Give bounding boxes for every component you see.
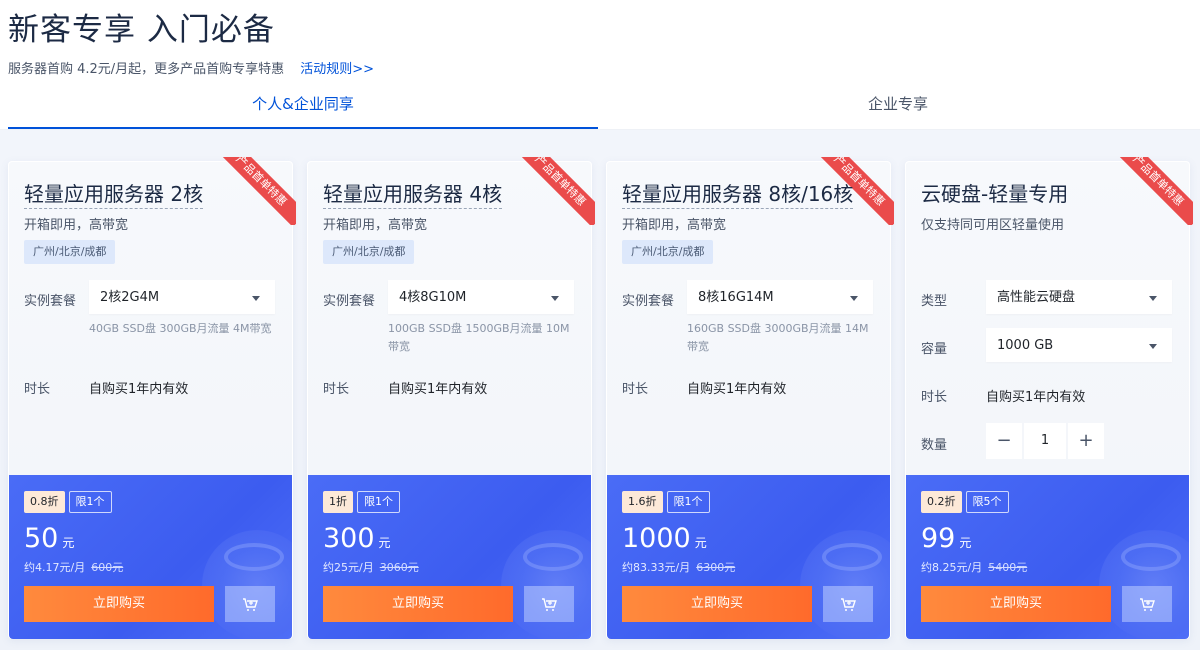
cart-icon [542, 597, 557, 611]
duration-value: 自购买1年内有效 [89, 382, 189, 397]
card-title: 云硬盘-轻量专用 [921, 182, 1069, 206]
disk-type-select[interactable]: 高性能云硬盘 [986, 280, 1172, 314]
product-card-cloud-disk: 产品首单特惠 云硬盘-轻量专用 仅支持同可用区轻量使用 类型 高性能云硬盘 容量… [905, 157, 1193, 639]
discount-badge: 1折 [323, 491, 353, 513]
duration-value: 自购买1年内有效 [388, 382, 488, 397]
plan-select[interactable]: 2核2G4M [89, 280, 275, 314]
price: 50 元 [24, 523, 75, 554]
chevron-down-icon [551, 296, 559, 301]
limit-badge: 限1个 [666, 491, 710, 513]
price: 300 元 [323, 523, 391, 554]
region-tag: 广州/北京/成都 [323, 240, 415, 264]
duration-label: 时长 [24, 382, 51, 397]
add-to-cart-button[interactable] [524, 586, 574, 622]
capacity-label: 容量 [921, 342, 948, 357]
disk-ring-decoration [224, 543, 284, 571]
promo-ribbon: 产品首单特惠 [521, 157, 595, 225]
cart-icon [841, 597, 856, 611]
limit-badge: 限1个 [68, 491, 112, 513]
original-price: 6300元 [696, 561, 736, 574]
buy-now-button[interactable]: 立即购买 [24, 586, 214, 622]
card-title: 轻量应用服务器 8核/16核 [622, 178, 854, 209]
add-to-cart-button[interactable] [823, 586, 873, 622]
product-card-server-4core: 产品首单特惠 轻量应用服务器 4核 开箱即用，高带宽 广州/北京/成都 实例套餐… [307, 157, 595, 639]
monthly-price: 约8.25元/月 5400元 [921, 561, 1028, 574]
card-description: 开箱即用，高带宽 [622, 218, 727, 233]
limit-badge: 限5个 [965, 491, 1009, 513]
product-card-server-2core: 产品首单特惠 轻量应用服务器 2核 开箱即用，高带宽 广州/北京/成都 实例套餐… [8, 157, 296, 639]
page-title: 新客专享 入门必备 [8, 12, 275, 48]
original-price: 600元 [91, 561, 124, 574]
plan-spec-note: 40GB SSD盘 300GB月流量 4M带宽 [89, 322, 272, 335]
buy-now-button[interactable]: 立即购买 [323, 586, 513, 622]
add-to-cart-button[interactable] [225, 586, 275, 622]
tab-enterprise-only[interactable]: 企业专享 [598, 82, 1198, 129]
plan-spec-note: 160GB SSD盘 3000GB月流量 14M带宽 [687, 322, 869, 353]
card-description: 开箱即用，高带宽 [323, 218, 428, 233]
monthly-price: 约4.17元/月 600元 [24, 561, 124, 574]
original-price: 3060元 [379, 561, 419, 574]
buy-now-button[interactable]: 立即购买 [622, 586, 812, 622]
monthly-price: 约83.33元/月 6300元 [622, 561, 736, 574]
disk-ring-decoration [523, 543, 583, 571]
chevron-down-icon [252, 296, 260, 301]
region-tag: 广州/北京/成都 [24, 240, 116, 264]
original-price: 5400元 [988, 561, 1028, 574]
activity-rules-link[interactable]: 活动规则>> [300, 58, 374, 77]
promo-ribbon: 产品首单特惠 [1119, 157, 1193, 225]
tab-bar: 个人&企业同享 企业专享 [0, 82, 1200, 130]
discount-badge: 0.2折 [921, 491, 962, 513]
subtitle-row: 服务器首购 4.2元/月起，更多产品首购专享特惠 活动规则>> [8, 58, 374, 77]
chevron-down-icon [1149, 296, 1157, 301]
plan-select[interactable]: 8核16G14M [687, 280, 873, 314]
quantity-label: 数量 [921, 438, 948, 453]
type-label: 类型 [921, 294, 948, 309]
plan-label: 实例套餐 [24, 294, 77, 309]
add-to-cart-button[interactable] [1122, 586, 1172, 622]
decrement-button[interactable]: − [986, 423, 1022, 459]
plan-select[interactable]: 4核8G10M [388, 280, 574, 314]
card-title: 轻量应用服务器 4核 [323, 178, 503, 209]
duration-label: 时长 [622, 382, 649, 397]
price: 1000 元 [622, 523, 707, 554]
quantity-stepper: − 1 + [986, 423, 1104, 459]
disk-ring-decoration [822, 543, 882, 571]
plan-label: 实例套餐 [622, 294, 675, 309]
cart-icon [1140, 597, 1155, 611]
tab-personal-enterprise[interactable]: 个人&企业同享 [8, 82, 598, 129]
chevron-down-icon [1149, 344, 1157, 349]
plan-label: 实例套餐 [323, 294, 376, 309]
region-tag: 广州/北京/成都 [622, 240, 714, 264]
duration-label: 时长 [921, 390, 948, 405]
plan-spec-note: 100GB SSD盘 1500GB月流量 10M带宽 [388, 322, 570, 353]
discount-badge: 0.8折 [24, 491, 65, 513]
quantity-value[interactable]: 1 [1024, 423, 1066, 459]
cart-icon [243, 597, 258, 611]
card-description: 开箱即用，高带宽 [24, 218, 129, 233]
increment-button[interactable]: + [1068, 423, 1104, 459]
disk-ring-decoration [1121, 543, 1181, 571]
promo-ribbon: 产品首单特惠 [222, 157, 296, 225]
promo-subtitle: 服务器首购 4.2元/月起，更多产品首购专享特惠 [8, 62, 285, 77]
chevron-down-icon [850, 296, 858, 301]
monthly-price: 约25元/月 3060元 [323, 561, 419, 574]
duration-value: 自购买1年内有效 [986, 390, 1086, 405]
limit-badge: 限1个 [357, 491, 400, 513]
card-description: 仅支持同可用区轻量使用 [921, 218, 1065, 233]
duration-value: 自购买1年内有效 [687, 382, 787, 397]
price-panel: 0.8折 限1个 50 元 约4.17元/月 600元 立即购买 [9, 475, 292, 639]
discount-badge: 1.6折 [622, 491, 663, 513]
card-title: 轻量应用服务器 2核 [24, 178, 204, 209]
capacity-select[interactable]: 1000 GB [986, 328, 1172, 362]
price-panel: 0.2折 限5个 99 元 约8.25元/月 5400元 立即购买 [906, 475, 1189, 639]
product-card-server-8core: 产品首单特惠 轻量应用服务器 8核/16核 开箱即用，高带宽 广州/北京/成都 … [606, 157, 894, 639]
duration-label: 时长 [323, 382, 350, 397]
buy-now-button[interactable]: 立即购买 [921, 586, 1111, 622]
price-panel: 1折 限1个 300 元 约25元/月 3060元 立即购买 [308, 475, 591, 639]
price: 99 元 [921, 523, 972, 554]
price-panel: 1.6折 限1个 1000 元 约83.33元/月 6300元 立即购买 [607, 475, 890, 639]
